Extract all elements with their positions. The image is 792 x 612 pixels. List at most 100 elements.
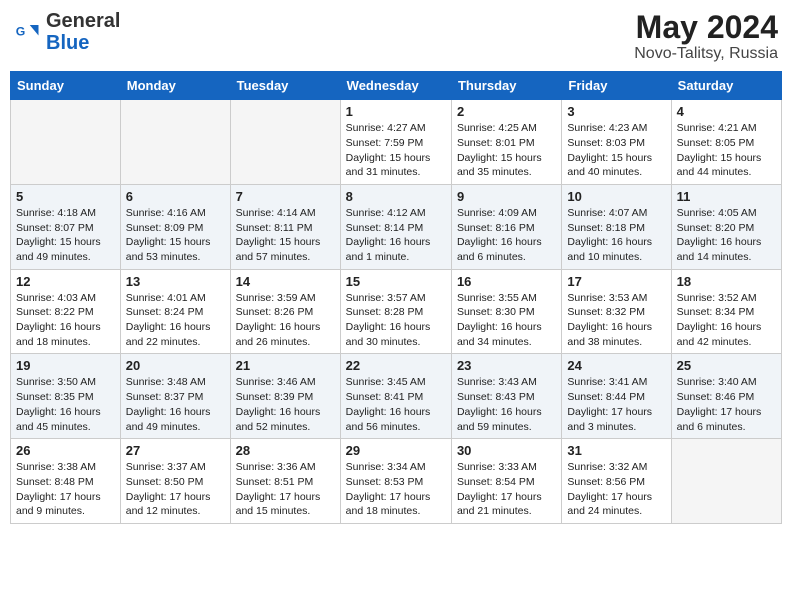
calendar-table: SundayMondayTuesdayWednesdayThursdayFrid… — [10, 71, 782, 524]
day-number: 10 — [567, 189, 665, 204]
calendar-day-cell: 19 Sunrise: 3:50 AM Sunset: 8:35 PM Dayli… — [11, 354, 121, 439]
day-number: 6 — [126, 189, 225, 204]
logo-icon: G — [14, 18, 42, 46]
calendar-day-cell: 30Sunrise: 3:33 AM Sunset: 8:54 PM Dayli… — [451, 439, 561, 524]
day-number: 18 — [677, 274, 776, 289]
calendar-day-cell: 24Sunrise: 3:41 AM Sunset: 8:44 PM Dayli… — [562, 354, 671, 439]
day-number: 21 — [236, 358, 335, 373]
calendar-day-cell: 18 Sunrise: 3:52 AM Sunset: 8:34 PM Dayli… — [671, 269, 781, 354]
weekday-header-cell: Thursday — [451, 72, 561, 100]
svg-text:G: G — [16, 25, 26, 39]
page-header: G General Blue May 2024 Novo-Talitsy, Ru… — [10, 10, 782, 63]
calendar-week-row: 12 Sunrise: 4:03 AM Sunset: 8:22 PM Dayli… — [11, 269, 782, 354]
calendar-day-cell: 9Sunrise: 4:09 AM Sunset: 8:16 PM Daylig… — [451, 184, 561, 269]
day-number: 2 — [457, 104, 556, 119]
calendar-day-cell: 1 Sunrise: 4:27 AM Sunset: 7:59 PM Daylig… — [340, 100, 451, 185]
day-info: Sunrise: 3:33 AM Sunset: 8:54 PM Dayligh… — [457, 460, 556, 519]
calendar-day-cell: 20Sunrise: 3:48 AM Sunset: 8:37 PM Dayli… — [120, 354, 230, 439]
day-number: 20 — [126, 358, 225, 373]
calendar-day-cell: 28 Sunrise: 3:36 AM Sunset: 8:51 PM Dayli… — [230, 439, 340, 524]
day-info: Sunrise: 3:57 AM Sunset: 8:28 PM Dayligh… — [346, 291, 446, 350]
calendar-day-cell — [11, 100, 121, 185]
day-number: 13 — [126, 274, 225, 289]
calendar-day-cell: 15 Sunrise: 3:57 AM Sunset: 8:28 PM Dayli… — [340, 269, 451, 354]
calendar-day-cell: 11 Sunrise: 4:05 AM Sunset: 8:20 PM Dayli… — [671, 184, 781, 269]
calendar-day-cell: 8 Sunrise: 4:12 AM Sunset: 8:14 PM Daylig… — [340, 184, 451, 269]
day-info: Sunrise: 3:45 AM Sunset: 8:41 PM Dayligh… — [346, 375, 446, 434]
day-number: 12 — [16, 274, 115, 289]
calendar-day-cell: 17 Sunrise: 3:53 AM Sunset: 8:32 PM Dayli… — [562, 269, 671, 354]
day-info: Sunrise: 3:34 AM Sunset: 8:53 PM Dayligh… — [346, 460, 446, 519]
weekday-header-cell: Tuesday — [230, 72, 340, 100]
calendar-day-cell: 14Sunrise: 3:59 AM Sunset: 8:26 PM Dayli… — [230, 269, 340, 354]
weekday-header-cell: Wednesday — [340, 72, 451, 100]
weekday-header-cell: Saturday — [671, 72, 781, 100]
day-info: Sunrise: 4:14 AM Sunset: 8:11 PM Dayligh… — [236, 206, 335, 265]
logo-blue-text: Blue — [46, 32, 89, 54]
day-number: 19 — [16, 358, 115, 373]
calendar-week-row: 1 Sunrise: 4:27 AM Sunset: 7:59 PM Daylig… — [11, 100, 782, 185]
day-info: Sunrise: 3:53 AM Sunset: 8:32 PM Dayligh… — [567, 291, 665, 350]
calendar-day-cell: 3 Sunrise: 4:23 AM Sunset: 8:03 PM Daylig… — [562, 100, 671, 185]
calendar-day-cell — [671, 439, 781, 524]
day-number: 9 — [457, 189, 556, 204]
calendar-day-cell: 26Sunrise: 3:38 AM Sunset: 8:48 PM Dayli… — [11, 439, 121, 524]
day-number: 15 — [346, 274, 446, 289]
calendar-day-cell: 13 Sunrise: 4:01 AM Sunset: 8:24 PM Dayli… — [120, 269, 230, 354]
day-info: Sunrise: 4:23 AM Sunset: 8:03 PM Dayligh… — [567, 121, 665, 180]
day-info: Sunrise: 4:01 AM Sunset: 8:24 PM Dayligh… — [126, 291, 225, 350]
calendar-day-cell: 6 Sunrise: 4:16 AM Sunset: 8:09 PM Daylig… — [120, 184, 230, 269]
day-number: 25 — [677, 358, 776, 373]
day-info: Sunrise: 3:43 AM Sunset: 8:43 PM Dayligh… — [457, 375, 556, 434]
calendar-body: 1 Sunrise: 4:27 AM Sunset: 7:59 PM Daylig… — [11, 100, 782, 524]
day-info: Sunrise: 3:46 AM Sunset: 8:39 PM Dayligh… — [236, 375, 335, 434]
day-number: 17 — [567, 274, 665, 289]
day-number: 3 — [567, 104, 665, 119]
day-number: 27 — [126, 443, 225, 458]
day-info: Sunrise: 3:37 AM Sunset: 8:50 PM Dayligh… — [126, 460, 225, 519]
day-info: Sunrise: 4:03 AM Sunset: 8:22 PM Dayligh… — [16, 291, 115, 350]
day-number: 31 — [567, 443, 665, 458]
day-number: 8 — [346, 189, 446, 204]
calendar-day-cell: 29Sunrise: 3:34 AM Sunset: 8:53 PM Dayli… — [340, 439, 451, 524]
calendar-day-cell — [230, 100, 340, 185]
day-info: Sunrise: 4:16 AM Sunset: 8:09 PM Dayligh… — [126, 206, 225, 265]
weekday-header-cell: Sunday — [11, 72, 121, 100]
day-info: Sunrise: 3:59 AM Sunset: 8:26 PM Dayligh… — [236, 291, 335, 350]
calendar-day-cell — [120, 100, 230, 185]
calendar-day-cell: 25 Sunrise: 3:40 AM Sunset: 8:46 PM Dayli… — [671, 354, 781, 439]
day-info: Sunrise: 3:52 AM Sunset: 8:34 PM Dayligh… — [677, 291, 776, 350]
day-info: Sunrise: 4:18 AM Sunset: 8:07 PM Dayligh… — [16, 206, 115, 265]
location-title: Novo-Talitsy, Russia — [634, 45, 778, 63]
day-info: Sunrise: 3:36 AM Sunset: 8:51 PM Dayligh… — [236, 460, 335, 519]
calendar-day-cell: 31Sunrise: 3:32 AM Sunset: 8:56 PM Dayli… — [562, 439, 671, 524]
calendar-day-cell: 7 Sunrise: 4:14 AM Sunset: 8:11 PM Daylig… — [230, 184, 340, 269]
day-number: 16 — [457, 274, 556, 289]
calendar-day-cell: 4Sunrise: 4:21 AM Sunset: 8:05 PM Daylig… — [671, 100, 781, 185]
day-info: Sunrise: 4:05 AM Sunset: 8:20 PM Dayligh… — [677, 206, 776, 265]
weekday-header-row: SundayMondayTuesdayWednesdayThursdayFrid… — [11, 72, 782, 100]
day-info: Sunrise: 4:27 AM Sunset: 7:59 PM Dayligh… — [346, 121, 446, 180]
day-info: Sunrise: 3:50 AM Sunset: 8:35 PM Dayligh… — [16, 375, 115, 434]
day-info: Sunrise: 4:12 AM Sunset: 8:14 PM Dayligh… — [346, 206, 446, 265]
calendar-day-cell: 22Sunrise: 3:45 AM Sunset: 8:41 PM Dayli… — [340, 354, 451, 439]
day-number: 1 — [346, 104, 446, 119]
calendar-day-cell: 10Sunrise: 4:07 AM Sunset: 8:18 PM Dayli… — [562, 184, 671, 269]
day-number: 7 — [236, 189, 335, 204]
day-number: 26 — [16, 443, 115, 458]
day-info: Sunrise: 3:40 AM Sunset: 8:46 PM Dayligh… — [677, 375, 776, 434]
day-number: 11 — [677, 189, 776, 204]
day-number: 28 — [236, 443, 335, 458]
calendar-week-row: 19 Sunrise: 3:50 AM Sunset: 8:35 PM Dayli… — [11, 354, 782, 439]
day-info: Sunrise: 3:41 AM Sunset: 8:44 PM Dayligh… — [567, 375, 665, 434]
calendar-day-cell: 2 Sunrise: 4:25 AM Sunset: 8:01 PM Daylig… — [451, 100, 561, 185]
title-block: May 2024 Novo-Talitsy, Russia — [634, 10, 778, 63]
day-info: Sunrise: 4:25 AM Sunset: 8:01 PM Dayligh… — [457, 121, 556, 180]
calendar-day-cell: 23 Sunrise: 3:43 AM Sunset: 8:43 PM Dayli… — [451, 354, 561, 439]
day-info: Sunrise: 4:21 AM Sunset: 8:05 PM Dayligh… — [677, 121, 776, 180]
calendar-day-cell: 16 Sunrise: 3:55 AM Sunset: 8:30 PM Dayli… — [451, 269, 561, 354]
day-number: 23 — [457, 358, 556, 373]
calendar-day-cell: 12 Sunrise: 4:03 AM Sunset: 8:22 PM Dayli… — [11, 269, 121, 354]
day-info: Sunrise: 3:55 AM Sunset: 8:30 PM Dayligh… — [457, 291, 556, 350]
weekday-header-cell: Monday — [120, 72, 230, 100]
